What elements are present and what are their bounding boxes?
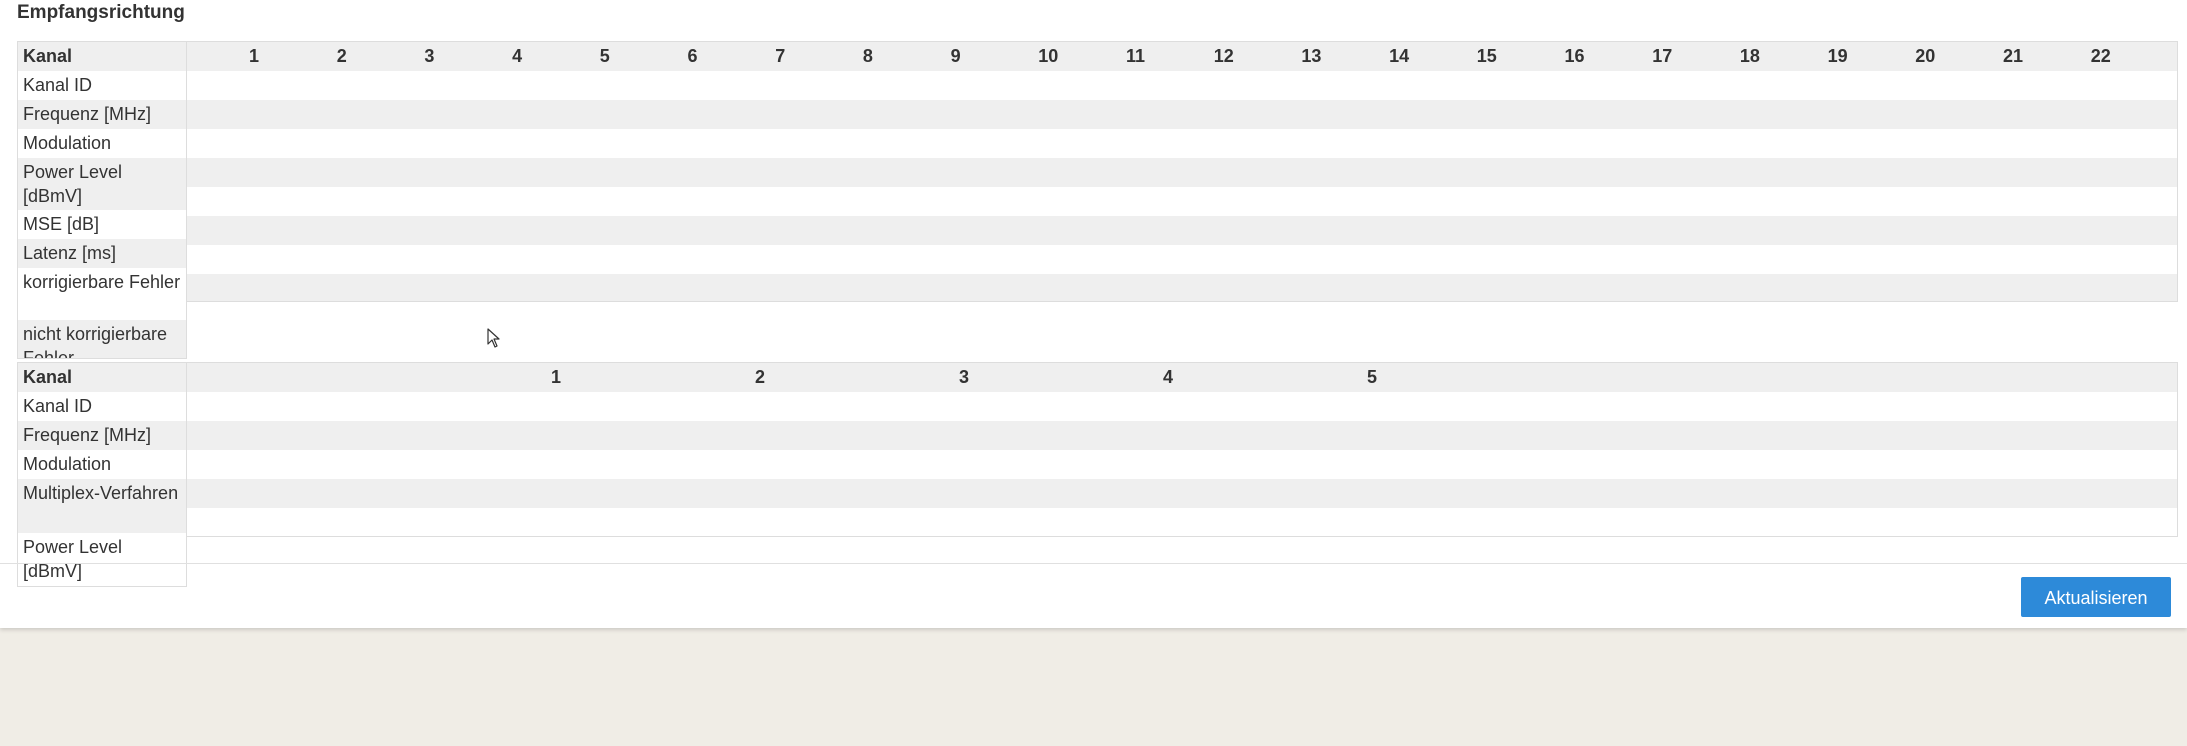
- channel-header-cell: 17: [1652, 46, 1673, 66]
- channel-header-cell: 15: [1476, 46, 1497, 66]
- row-label: Kanal: [18, 363, 186, 392]
- channel-header-cell: 20: [1915, 46, 1936, 66]
- table-row: 15222120191817161413121110987654321: [17, 71, 2177, 124]
- row-label: Frequenz [MHz]: [18, 421, 186, 450]
- upstream-label-column: Kanal Kanal ID Frequenz [MHz] Modulation Mul…: [17, 362, 187, 587]
- table-row: ATDMAATDMAATDMAATDMAATDMA: [17, 479, 2177, 508]
- channel-header-cell: 1: [249, 46, 260, 66]
- footer-divider: [0, 563, 2187, 564]
- channel-header-cell: 18: [1739, 46, 1760, 66]
- row-label: Multiplex-Verfahren: [18, 479, 186, 533]
- channel-header-cell: 8: [862, 46, 873, 66]
- downstream-label-column: Kanal Kanal ID Frequenz [MHz] Modulation Pow…: [17, 41, 187, 359]
- channel-header-cell: 7: [775, 46, 786, 66]
- upstream-table: 1 2 3 4 5 858988878630.858.451.845.237.4QAM64…: [17, 362, 2178, 537]
- channel-header-cell: 6: [687, 46, 698, 66]
- table-row: 38.938.638.938.938.938.938.938.938.638.6…: [17, 187, 2177, 216]
- content-panel: Empfangsrichtung 1 2 3 4 5 6 7 8 9 10 11 12 13 14 15 16…: [0, 0, 2187, 628]
- refresh-button[interactable]: Aktualisieren: [2021, 577, 2171, 617]
- table-row: QAM64QAM64QAM64QAM64QAM64: [17, 450, 2177, 479]
- channel-header-cell: 11: [1126, 46, 1146, 66]
- table-row: 6507066986906826746666586426346266186025…: [17, 100, 2177, 182]
- table-row: 9.88.48.69.08.58.99.39.99.38.68.49.09.18…: [17, 158, 2177, 298]
- table-row: QAM256QAM256QAM256QAM256QAM256QAM256QAM2…: [17, 129, 2177, 240]
- channel-header-cell: 16: [1564, 46, 1585, 66]
- table-row: 42.043.341.340.541.5: [17, 508, 2177, 536]
- row-label: Latenz [ms]: [18, 239, 186, 268]
- mouse-cursor-icon: [487, 328, 500, 348]
- channel-header-cell: 21: [2003, 46, 2024, 66]
- row-label: Kanal ID: [23, 396, 93, 416]
- channel-header-cell: 14: [1389, 46, 1410, 66]
- channel-header-cell: 3: [959, 367, 970, 387]
- row-label: Modulation: [23, 454, 112, 474]
- channel-header-cell: 5: [1367, 367, 1378, 387]
- table-row: 0.320.320.320.320.320.320.320.320.320.32…: [17, 216, 2177, 245]
- channel-header-cell: 5: [599, 46, 610, 66]
- row-label: Power Level [dBmV]: [18, 158, 186, 210]
- row-label: nicht korrigierbare Fehler: [18, 320, 186, 358]
- channel-header-cell: 13: [1301, 46, 1322, 66]
- table-row: 1 2 3 4 5 6 7 8 9 10 11 12 13 14 15 16 17 18 19 20 21 22: [17, 42, 2177, 71]
- channel-header-cell: 9: [950, 46, 961, 66]
- channel-header-cell: 10: [1038, 46, 1059, 66]
- channel-header-cell: 19: [1827, 46, 1848, 66]
- row-label: Kanal ID: [23, 75, 93, 95]
- section-title: Empfangsrichtung: [17, 2, 185, 23]
- table-row: 8589888786: [17, 392, 2177, 445]
- row-label: MSE [dB]: [23, 214, 100, 234]
- table-row: 1 2 3 4 5: [17, 363, 2177, 392]
- row-label: Frequenz [MHz]: [18, 100, 186, 129]
- table-row: 30.858.451.845.237.4: [17, 421, 2177, 503]
- row-label: Power Level [dBmV]: [23, 537, 123, 581]
- channel-header-cell: 4: [512, 46, 523, 66]
- channel-header-cell: 2: [755, 367, 766, 387]
- channel-header-cell: 3: [424, 46, 435, 66]
- channel-header-cell: 12: [1213, 46, 1234, 66]
- downstream-table: 1234567891011121314151617181920212215222…: [17, 41, 2178, 302]
- row-label: Modulation: [23, 133, 112, 153]
- channel-header-cell: 22: [2090, 46, 2111, 66]
- row-label: korrigierbare Fehler: [23, 272, 181, 292]
- channel-header-cell: 4: [1163, 367, 1174, 387]
- channel-header-cell: 1: [551, 367, 562, 387]
- row-label: Kanal: [18, 42, 186, 71]
- table-row: 4472442349726339372339323586902727622334…: [17, 274, 2177, 301]
- table-row: 2697283605655783833483056237244794873106…: [17, 245, 2177, 274]
- channel-header-cell: 2: [336, 46, 347, 66]
